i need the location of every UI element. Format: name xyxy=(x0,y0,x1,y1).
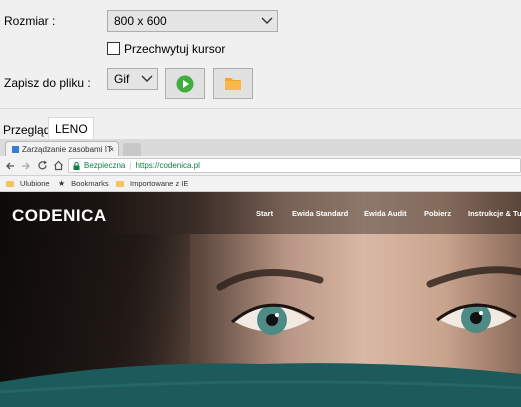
back-icon[interactable] xyxy=(5,161,15,171)
tab-leno[interactable]: LENO xyxy=(48,117,94,139)
home-icon[interactable] xyxy=(53,160,64,171)
browser-tab-title: Zarządzanie zasobami IT xyxy=(22,144,112,154)
tab-leno-label: LENO xyxy=(55,122,88,136)
url-text: https://codenica.pl xyxy=(135,161,200,170)
omnibox-separator: | xyxy=(129,161,132,170)
star-icon: ★ xyxy=(58,179,66,188)
secure-label: Bezpieczna xyxy=(84,161,126,170)
face-illustration xyxy=(0,266,521,407)
save-to-file-label: Zapisz do pliku : xyxy=(4,76,91,90)
tab-przeglad[interactable]: Przegląd xyxy=(3,123,50,137)
bookmark-label: Bookmarks xyxy=(71,179,109,188)
open-folder-button[interactable] xyxy=(213,68,253,99)
size-dropdown[interactable]: 800 x 600 xyxy=(107,10,278,32)
bookmark-label: Importowane z IE xyxy=(130,179,189,188)
new-tab-button[interactable] xyxy=(123,143,141,156)
format-dropdown[interactable]: Gif xyxy=(107,68,158,90)
bookmarks-bar: Ulubione ★ Bookmarks Importowane z IE xyxy=(0,176,521,192)
capture-cursor-checkbox[interactable] xyxy=(107,42,120,55)
browser-tab-strip: Zarządzanie zasobami IT × xyxy=(0,139,521,156)
browser-tab[interactable]: Zarządzanie zasobami IT × xyxy=(5,141,119,156)
record-button[interactable] xyxy=(165,68,205,99)
reload-icon[interactable] xyxy=(37,160,48,171)
format-value: Gif xyxy=(114,72,130,86)
bookmark-bookmarks[interactable]: ★ Bookmarks xyxy=(58,179,109,188)
capture-cursor-label: Przechwytuj kursor xyxy=(124,42,226,56)
folder-icon xyxy=(225,78,241,90)
play-icon xyxy=(176,75,194,92)
close-tab-icon[interactable]: × xyxy=(109,145,114,154)
lock-icon xyxy=(73,161,80,170)
chevron-down-icon xyxy=(141,75,153,82)
bookmark-importowane[interactable]: Importowane z IE xyxy=(116,179,188,188)
forward-icon[interactable] xyxy=(21,161,31,171)
browser-toolbar: Bezpieczna | https://codenica.pl xyxy=(0,156,521,176)
size-value: 800 x 600 xyxy=(114,14,167,28)
chevron-down-icon xyxy=(261,17,273,24)
website-hero-image: CODENICA Start Ewida Standard Ewida Audi… xyxy=(0,192,521,407)
address-bar[interactable]: Bezpieczna | https://codenica.pl xyxy=(68,158,521,173)
folder-icon xyxy=(6,180,14,187)
preview-area: Zarządzanie zasobami IT × Bezpieczna | h… xyxy=(0,139,521,407)
section-divider xyxy=(0,108,521,109)
bookmark-ulubione[interactable]: Ulubione xyxy=(6,179,50,188)
size-label: Rozmiar : xyxy=(4,14,56,28)
folder-icon xyxy=(116,180,124,187)
bookmark-label: Ulubione xyxy=(20,179,50,188)
favicon-icon xyxy=(12,145,19,153)
